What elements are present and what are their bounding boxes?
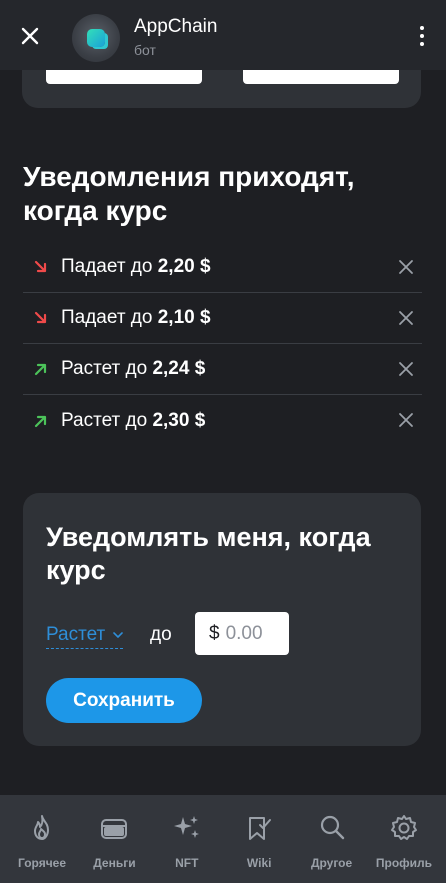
alert-price: 2,30 $ [152,409,206,431]
bot-title: AppChain [134,16,218,37]
notify-card: Уведомлять меня, когда курс Растет до $ … [23,493,421,746]
alerts-section-title: Уведомления приходят, когда курс [23,161,355,226]
alert-condition: Растет до [61,409,148,431]
nav-label: Горячее [17,856,67,870]
alert-price: 2,10 $ [157,307,211,328]
nav-item-1[interactable]: Деньги [80,795,148,883]
alert-condition: Падает до [61,307,153,328]
close-icon [399,362,413,376]
alert-price: 2,20 $ [157,256,211,277]
chevron-down-icon [113,631,124,638]
alert-row: Растет до 2,24 $ [23,344,422,395]
nav-item-3[interactable]: Wiki [225,795,293,883]
nav-label: Деньги [93,856,136,870]
notify-card-title: Уведомлять меня, когда курс [46,522,371,585]
bookmark-icon [243,812,275,844]
nav-label: Профиль [375,856,433,870]
close-button[interactable] [16,22,44,50]
alert-price: 2,24 $ [152,358,206,379]
flame-icon [26,812,58,844]
arrow-up-right-icon [34,415,47,427]
alert-text: Растет до 2,30 $ [61,410,205,432]
arrow-up-right-icon [34,363,47,376]
more-menu-button[interactable] [412,22,432,50]
close-icon [399,260,413,274]
alerts-list: Падает до 2,20 $ Падает до 2,10 $ Растет д… [23,242,422,446]
bot-avatar[interactable] [72,14,120,62]
sparkles-icon [171,812,203,844]
save-button[interactable]: Сохранить [46,678,202,723]
remove-alert-button[interactable] [396,257,416,277]
nav-label: Wiki [246,856,272,870]
kebab-dot-icon [420,26,424,30]
currency-prefix: $ [209,622,220,644]
nav-item-2[interactable]: NFT [153,795,221,883]
alert-row: Падает до 2,20 $ [23,242,422,293]
remove-alert-button[interactable] [396,410,416,430]
alert-text: Падает до 2,10 $ [61,307,211,329]
close-icon [399,311,413,325]
nav-item-5[interactable]: Профиль [370,795,438,883]
arrow-down-right-icon [34,311,47,324]
alert-row: Растет до 2,30 $ [23,395,422,446]
bot-subtitle: бот [134,42,156,58]
close-icon [399,413,413,427]
arrow-down-right-icon [34,260,47,273]
direction-select-value: Растет [46,623,106,645]
alert-condition: Растет до [61,358,148,379]
nav-item-4[interactable]: Другое [298,795,366,883]
remove-alert-button[interactable] [396,308,416,328]
alert-text: Растет до 2,24 $ [61,358,205,380]
alert-row: Падает до 2,10 $ [23,293,422,344]
search-icon [316,812,348,844]
app-header: AppChain бот [0,0,446,70]
direction-select[interactable]: Растет [46,621,124,649]
kebab-dot-icon [420,42,424,46]
nav-item-0[interactable]: Горячее [8,795,76,883]
to-label: до [150,624,172,645]
close-icon [21,27,39,45]
wallet-icon [98,812,130,844]
gear-icon [388,812,420,844]
appchain-logo-icon [87,29,105,47]
price-placeholder: 0.00 [225,622,263,644]
alert-text: Падает до 2,20 $ [61,256,211,278]
kebab-dot-icon [420,34,424,38]
alert-condition: Падает до [61,256,153,277]
nav-label: NFT [175,856,199,870]
price-input[interactable]: $ 0.00 [195,612,289,655]
bottom-nav: Горячее Деньги NFT Wiki Другое Профиль [0,795,446,883]
remove-alert-button[interactable] [396,359,416,379]
nav-label: Другое [310,856,353,870]
